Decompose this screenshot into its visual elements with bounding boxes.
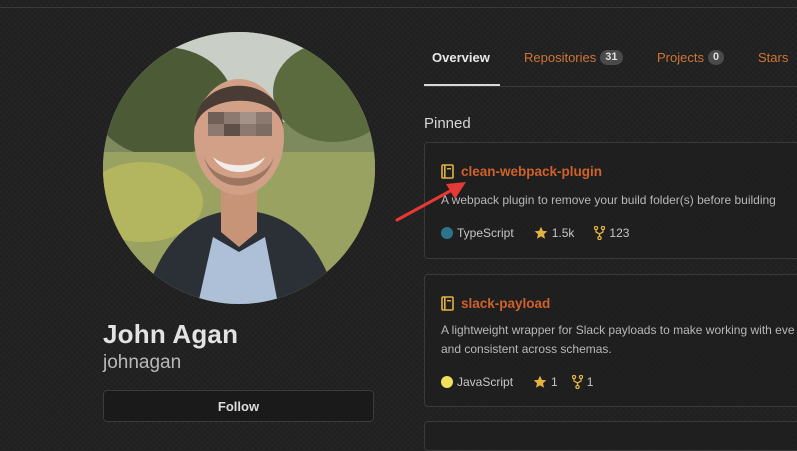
tab-repositories-label: Repositories xyxy=(524,50,597,65)
tab-repositories[interactable]: Repositories 31 xyxy=(524,50,623,65)
avatar-photo xyxy=(103,32,375,304)
tab-stars-label: Stars xyxy=(758,50,789,65)
language-label: TypeScript xyxy=(457,226,514,240)
top-border xyxy=(0,0,797,8)
tab-projects-label: Projects xyxy=(657,50,704,65)
repo-name-link[interactable]: slack-payload xyxy=(461,296,550,311)
profile-name: John Agan xyxy=(103,319,239,349)
stars-count: 1.5k xyxy=(551,226,575,240)
tab-overview-label: Overview xyxy=(432,50,490,65)
repo-forks[interactable]: 123 xyxy=(594,226,629,240)
forks-count: 1 xyxy=(586,375,594,389)
profile-login: johnagan xyxy=(103,352,182,373)
repo-stars[interactable]: 1.5k xyxy=(534,226,575,240)
forks-count: 123 xyxy=(609,226,630,240)
language-label: JavaScript xyxy=(457,375,514,389)
star-icon xyxy=(534,226,548,239)
repo-book-icon xyxy=(441,164,454,179)
star-icon xyxy=(533,375,547,388)
stars-count: 1 xyxy=(551,375,558,389)
follow-button[interactable]: Follow xyxy=(103,390,374,422)
fork-icon xyxy=(594,226,606,240)
pinned-repo-card: slack-payload A lightweight wrapper for … xyxy=(424,274,797,407)
repo-language: TypeScript xyxy=(441,226,514,240)
tab-stars[interactable]: Stars xyxy=(758,50,788,65)
pinned-heading: Pinned xyxy=(424,115,471,132)
language-color-dot xyxy=(441,227,453,239)
avatar[interactable] xyxy=(103,32,375,304)
repo-meta: TypeScript 1.5k 123 xyxy=(441,226,649,240)
repo-meta: JavaScript 1 1 xyxy=(441,375,613,389)
repo-language: JavaScript xyxy=(441,375,513,389)
repo-description-line1: A lightweight wrapper for Slack payloads… xyxy=(441,323,795,337)
fork-icon xyxy=(571,375,583,389)
repo-book-icon xyxy=(441,296,454,311)
language-color-dot xyxy=(441,376,453,388)
projects-count-badge: 0 xyxy=(707,50,725,65)
repo-forks[interactable]: 1 xyxy=(571,375,594,389)
repo-description: A webpack plugin to remove your build fo… xyxy=(441,193,776,207)
tab-projects[interactable]: Projects 0 xyxy=(657,50,725,65)
repo-name-link[interactable]: clean-webpack-plugin xyxy=(461,164,602,179)
pinned-repo-card-partial xyxy=(424,421,797,451)
repositories-count-badge: 31 xyxy=(600,50,623,65)
profile-tabs: Overview Repositories 31 Projects 0 Star… xyxy=(424,40,797,87)
repo-stars[interactable]: 1 xyxy=(533,375,558,389)
tabs-divider xyxy=(424,86,797,87)
tab-overview[interactable]: Overview xyxy=(432,50,490,65)
pinned-repo-card: clean-webpack-plugin A webpack plugin to… xyxy=(424,142,797,259)
repo-description-line2: and consistent across schemas. xyxy=(441,342,612,356)
